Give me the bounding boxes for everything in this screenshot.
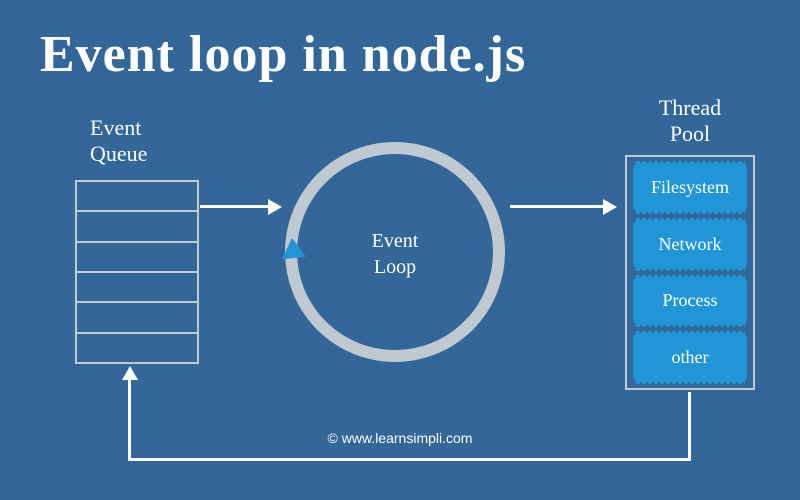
- queue-slot: [77, 334, 197, 362]
- queue-label-line2: Queue: [90, 141, 147, 166]
- queue-slot: [77, 212, 197, 242]
- arrow-feedback-segment: [128, 378, 131, 460]
- credit-text: © www.learnsimpli.com: [0, 430, 800, 446]
- thread-pool-box: Filesystem Network Process other: [625, 155, 755, 390]
- arrow-feedback-segment: [128, 458, 691, 461]
- queue-slot: [77, 243, 197, 273]
- event-queue-label: Event Queue: [90, 115, 147, 168]
- arrow-queue-to-loop: [200, 205, 270, 208]
- pool-label-line1: Thread: [659, 95, 721, 120]
- arrow-feedback-segment: [688, 392, 691, 460]
- arrow-head-icon: [268, 199, 282, 215]
- pool-item-network: Network: [633, 220, 747, 269]
- pool-item-process: Process: [633, 277, 747, 326]
- pool-item-other: other: [633, 333, 747, 382]
- queue-slot: [77, 303, 197, 333]
- pool-label-line2: Pool: [670, 121, 710, 146]
- arrow-head-icon: [603, 199, 617, 215]
- loop-direction-arrow-icon: [280, 237, 306, 259]
- loop-label-line1: Event: [372, 230, 419, 252]
- arrow-loop-to-pool: [510, 205, 605, 208]
- event-queue-box: [75, 180, 199, 364]
- loop-label-line2: Loop: [374, 256, 416, 278]
- queue-label-line1: Event: [90, 115, 141, 140]
- event-loop-label: Event Loop: [350, 228, 440, 280]
- arrow-head-icon: [122, 366, 138, 380]
- pool-item-filesystem: Filesystem: [633, 163, 747, 212]
- page-title: Event loop in node.js: [0, 0, 800, 84]
- thread-pool-label: Thread Pool: [640, 95, 740, 148]
- queue-slot: [77, 182, 197, 212]
- queue-slot: [77, 273, 197, 303]
